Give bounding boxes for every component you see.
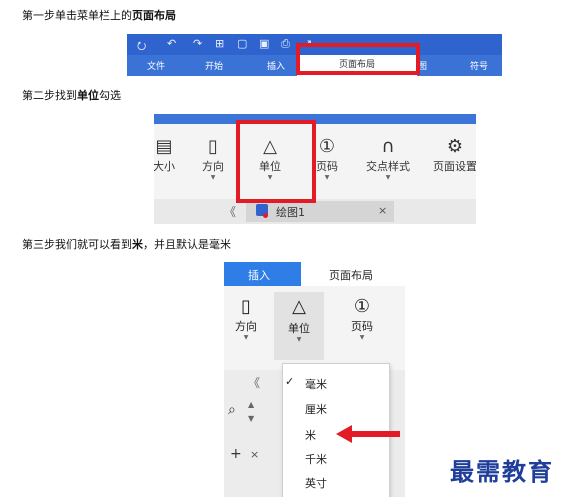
step1-prefix: 第一步单击菜单栏上的 <box>22 9 132 22</box>
step2-suffix: 勾选 <box>99 89 121 102</box>
menu-item-centimeter[interactable]: 厘米 <box>305 401 327 417</box>
undo-icon[interactable]: ↶ <box>167 37 176 50</box>
menu-item-millimeter[interactable]: 毫米 <box>305 376 327 392</box>
tool-page-setup-label: 页面设置 <box>433 160 476 173</box>
page-setup-gear-icon: ⚙ <box>446 136 464 157</box>
watermark-logo: 最需教育 <box>450 457 554 486</box>
doc-tab-label: 绘图1 <box>276 206 305 219</box>
tab-insert-active[interactable]: 插入 <box>224 262 301 286</box>
tool-orientation-label: 方向 <box>202 160 224 173</box>
chevron-down-icon: ▼ <box>385 174 391 181</box>
tool-page-number-label: 页码 <box>351 320 373 333</box>
collapse-icon[interactable]: 《 <box>224 203 236 220</box>
close-icon[interactable]: × <box>378 204 387 217</box>
highlight-box-unit <box>236 120 316 203</box>
chevron-down-small-icon[interactable]: ▼ <box>248 414 254 423</box>
new-icon[interactable]: ⊞ <box>215 37 224 50</box>
add-icon[interactable]: + <box>230 446 242 462</box>
orientation-icon: ▯ <box>208 136 218 157</box>
step2-text: 第二步找到单位勾选 <box>22 87 121 103</box>
chevron-down-icon: ▼ <box>210 174 216 181</box>
tool-orientation[interactable]: ▯ 方向 ▼ <box>194 136 232 182</box>
tab-symbol[interactable]: 符号 <box>470 59 488 72</box>
close-panel-icon[interactable]: × <box>250 448 259 461</box>
chevron-down-icon: ▼ <box>296 336 302 343</box>
menu-item-inch[interactable]: 英寸 <box>305 475 327 491</box>
tool-intersection-style[interactable]: ∩ 交点样式 ▼ <box>358 136 418 182</box>
tool-size[interactable]: ▤ 大小 <box>154 136 186 174</box>
size-icon: ▤ <box>155 136 173 157</box>
step2-bold: 单位 <box>77 89 99 102</box>
tool-page-number[interactable]: ① 页码 ▼ <box>342 296 382 341</box>
intersection-style-icon: ∩ <box>381 136 395 157</box>
tool-orientation-label: 方向 <box>235 320 257 333</box>
doc-tab[interactable]: 绘图1 × <box>246 201 394 222</box>
step3-suffix: ，并且默认是毫米 <box>143 238 231 251</box>
step3-bold: 米 <box>132 238 143 251</box>
unit-triangle-icon: △ <box>292 296 306 317</box>
menu-item-kilometer[interactable]: 千米 <box>305 451 327 467</box>
red-arrow-icon <box>336 425 400 443</box>
menu-item-meter[interactable]: 米 <box>305 427 316 443</box>
tool-page-setup[interactable]: ⚙ 页面设置 <box>426 136 476 174</box>
chevron-up-icon[interactable]: ▲ <box>248 400 254 409</box>
tab-insert-label: 插入 <box>248 269 270 282</box>
redo-icon[interactable]: ↷ <box>193 37 202 50</box>
tool-unit-label: 单位 <box>288 322 310 335</box>
search-icon[interactable]: ⌕ <box>228 402 236 418</box>
tab-page-layout-label: 页面布局 <box>329 269 373 282</box>
step1-text: 第一步单击菜单栏上的页面布局 <box>22 7 176 23</box>
tab-home[interactable]: 开始 <box>205 59 223 72</box>
tool-size-label: 大小 <box>154 160 175 173</box>
step1-bold: 页面布局 <box>132 9 176 22</box>
unsaved-dot-icon <box>263 213 268 218</box>
print-icon[interactable]: ⎙ <box>281 37 290 51</box>
checkmark-icon: ✓ <box>285 375 295 388</box>
save-icon[interactable]: ▣ <box>259 37 269 50</box>
step3-prefix: 第三步我们就可以看到 <box>22 238 132 251</box>
page-number-icon: ① <box>353 296 371 317</box>
orientation-icon: ▯ <box>241 296 251 317</box>
step2-prefix: 第二步找到 <box>22 89 77 102</box>
highlight-box-page-layout <box>296 43 420 75</box>
tool-orientation[interactable]: ▯ 方向 ▼ <box>226 296 266 341</box>
tool-unit-pressed[interactable]: △ 单位 ▼ <box>274 292 324 360</box>
tab-insert[interactable]: 插入 <box>267 59 285 72</box>
collapse-icon[interactable]: 《 <box>248 374 260 391</box>
tool-intersection-style-label: 交点样式 <box>366 160 410 173</box>
tab-file[interactable]: 文件 <box>147 59 165 72</box>
app-logo-icon: ⭮ <box>137 39 147 52</box>
chevron-down-icon: ▼ <box>359 334 365 341</box>
chevron-down-icon: ▼ <box>243 334 249 341</box>
tab-page-layout[interactable]: 页面布局 <box>301 262 405 286</box>
open-icon[interactable]: ▢ <box>237 37 247 50</box>
step3-text: 第三步我们就可以看到米，并且默认是毫米 <box>22 236 231 252</box>
